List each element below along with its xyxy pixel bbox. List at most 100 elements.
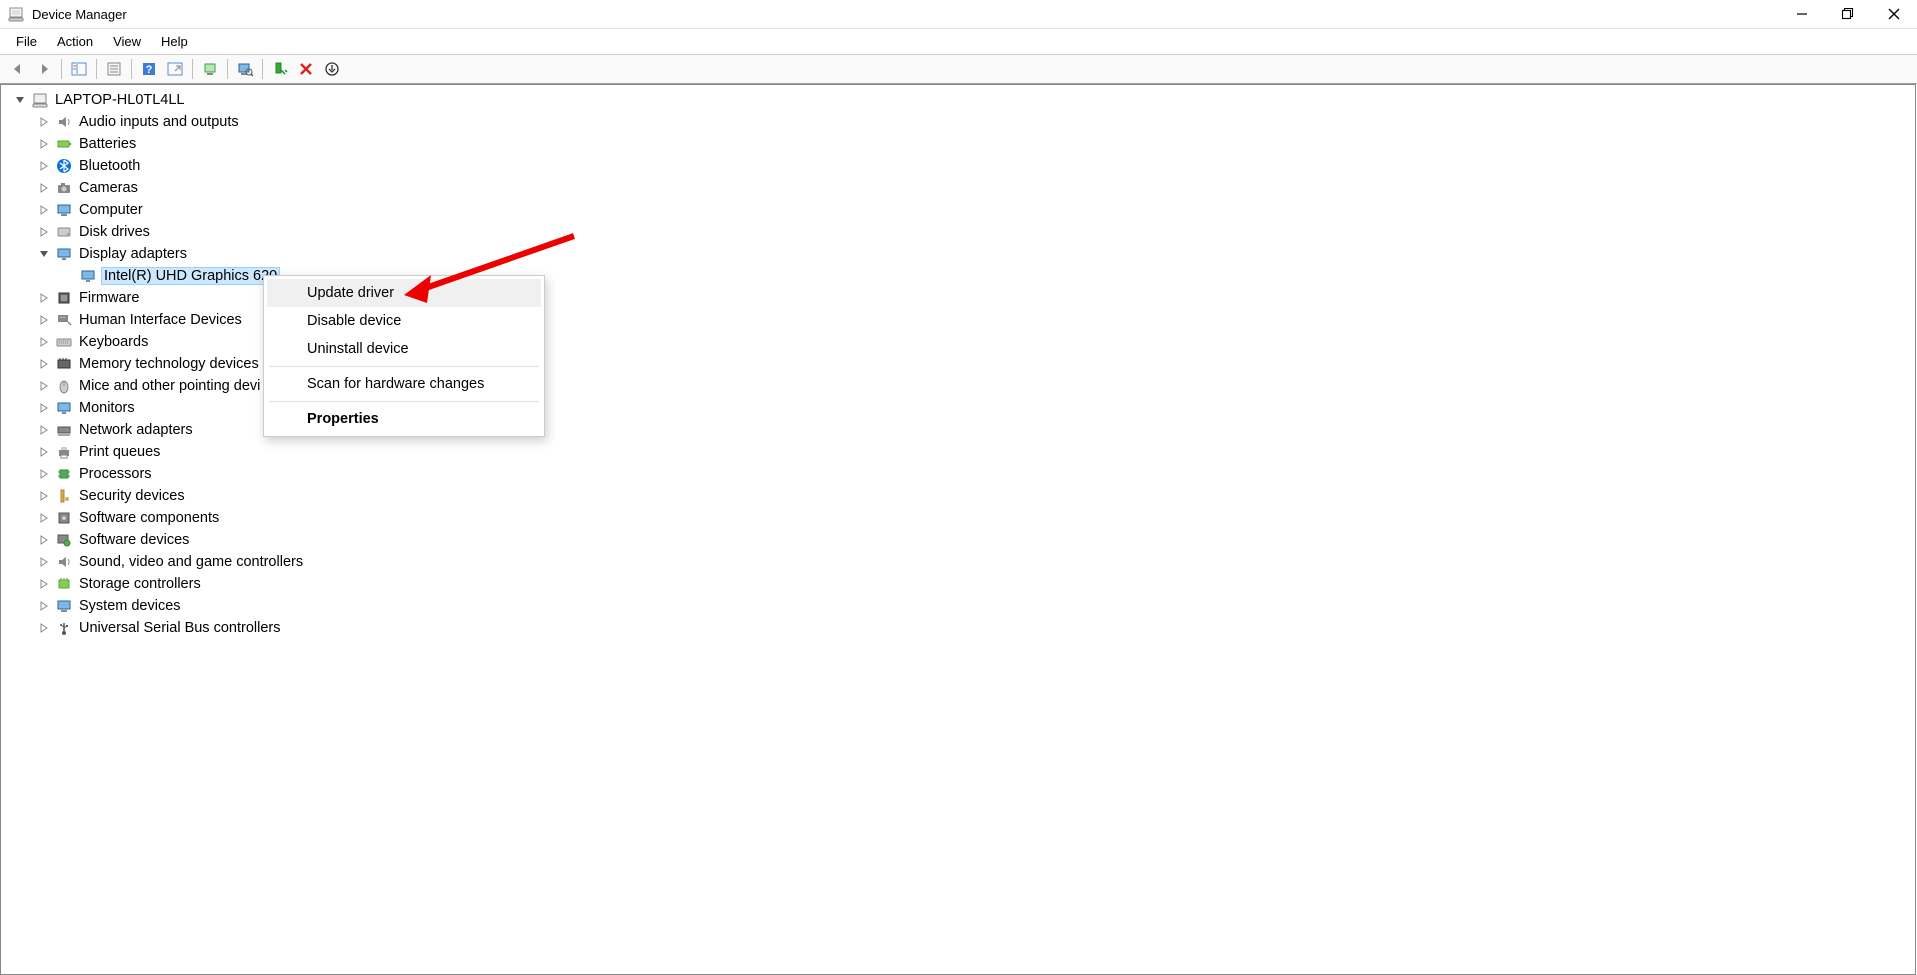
maximize-button[interactable] [1825, 0, 1871, 28]
menu-action[interactable]: Action [47, 30, 103, 53]
tree-category[interactable]: Processors [9, 463, 1915, 485]
audio-icon [55, 113, 73, 131]
expand-icon[interactable] [37, 159, 51, 173]
context-disable-device[interactable]: Disable device [267, 307, 541, 335]
sound-icon [55, 553, 73, 571]
show-hide-tree-button[interactable] [67, 57, 91, 81]
tree-category[interactable]: Audio inputs and outputs [9, 111, 1915, 133]
context-update-driver[interactable]: Update driver [267, 279, 541, 307]
svg-text:?: ? [146, 64, 153, 76]
tree-category[interactable]: System devices [9, 595, 1915, 617]
menu-view[interactable]: View [103, 30, 151, 53]
category-label: Computer [77, 202, 145, 218]
toolbar-separator [262, 59, 263, 79]
category-label: Monitors [77, 400, 137, 416]
expand-icon[interactable] [37, 533, 51, 547]
tree-category[interactable]: Computer [9, 199, 1915, 221]
expand-icon[interactable] [37, 511, 51, 525]
toolbar: ? [0, 54, 1917, 84]
help-button[interactable]: ? [137, 57, 161, 81]
tree-category[interactable]: Storage controllers [9, 573, 1915, 595]
action-button[interactable] [163, 57, 187, 81]
expand-icon[interactable] [37, 357, 51, 371]
tree-category[interactable]: Bluetooth [9, 155, 1915, 177]
expand-icon[interactable] [37, 577, 51, 591]
minimize-button[interactable] [1779, 0, 1825, 28]
tree-category[interactable]: Software devices [9, 529, 1915, 551]
expand-icon[interactable] [37, 225, 51, 239]
uninstall-device-button[interactable] [294, 57, 318, 81]
tree-category[interactable]: Batteries [9, 133, 1915, 155]
expand-icon[interactable] [37, 423, 51, 437]
category-label: Universal Serial Bus controllers [77, 620, 282, 636]
device-label: Intel(R) UHD Graphics 620 [101, 267, 280, 285]
toolbar-separator [61, 59, 62, 79]
bluetooth-icon [55, 157, 73, 175]
tree-category[interactable]: Universal Serial Bus controllers [9, 617, 1915, 639]
scan-hardware-button[interactable] [233, 57, 257, 81]
context-uninstall-device[interactable]: Uninstall device [267, 335, 541, 363]
menubar: File Action View Help [0, 28, 1917, 54]
printer-icon [55, 443, 73, 461]
keyboard-icon [55, 333, 73, 351]
close-button[interactable] [1871, 0, 1917, 28]
properties-button[interactable] [102, 57, 126, 81]
expand-icon[interactable] [37, 203, 51, 217]
expand-icon[interactable] [37, 489, 51, 503]
context-scan-hardware[interactable]: Scan for hardware changes [267, 370, 541, 398]
menu-help[interactable]: Help [151, 30, 198, 53]
category-label: Sound, video and game controllers [77, 554, 305, 570]
toolbar-separator [96, 59, 97, 79]
tree-category[interactable]: Disk drives [9, 221, 1915, 243]
tree-category[interactable]: Software components [9, 507, 1915, 529]
tree-category-expanded[interactable]: Display adapters [9, 243, 1915, 265]
expand-icon[interactable] [37, 599, 51, 613]
expand-icon[interactable] [37, 467, 51, 481]
expand-icon[interactable] [37, 555, 51, 569]
tree-category[interactable]: Cameras [9, 177, 1915, 199]
monitor-icon [55, 399, 73, 417]
category-label: Software components [77, 510, 221, 526]
expand-icon[interactable] [37, 181, 51, 195]
menu-file[interactable]: File [6, 30, 47, 53]
device-tree-panel: LAPTOP-HL0TL4LL Audio inputs and outputs… [0, 84, 1916, 975]
disable-device-button[interactable] [320, 57, 344, 81]
expand-icon[interactable] [37, 313, 51, 327]
display-icon [55, 245, 73, 263]
software-component-icon [55, 509, 73, 527]
mouse-icon [55, 377, 73, 395]
expand-icon[interactable] [37, 445, 51, 459]
expand-icon[interactable] [37, 115, 51, 129]
tree-root[interactable]: LAPTOP-HL0TL4LL [9, 89, 1915, 111]
collapse-icon[interactable] [37, 247, 51, 261]
category-label: Audio inputs and outputs [77, 114, 241, 130]
context-separator [269, 401, 539, 402]
window-title: Device Manager [32, 7, 127, 22]
expand-icon[interactable] [13, 93, 27, 107]
tree-category[interactable]: Print queues [9, 441, 1915, 463]
expand-icon[interactable] [37, 401, 51, 415]
context-properties[interactable]: Properties [267, 405, 541, 433]
expand-icon[interactable] [37, 335, 51, 349]
expand-icon[interactable] [37, 137, 51, 151]
expand-icon[interactable] [37, 379, 51, 393]
root-label: LAPTOP-HL0TL4LL [53, 92, 187, 108]
tree-category[interactable]: Security devices [9, 485, 1915, 507]
update-driver-button[interactable] [198, 57, 222, 81]
category-label: Cameras [77, 180, 140, 196]
usb-icon [55, 619, 73, 637]
hid-icon [55, 311, 73, 329]
firmware-icon [55, 289, 73, 307]
category-label: Human Interface Devices [77, 312, 244, 328]
category-label: Memory technology devices [77, 356, 261, 372]
window-controls [1779, 0, 1917, 28]
back-button[interactable] [6, 57, 30, 81]
category-label: Keyboards [77, 334, 150, 350]
enable-device-button[interactable] [268, 57, 292, 81]
tree-category[interactable]: Sound, video and game controllers [9, 551, 1915, 573]
computer-node-icon [55, 201, 73, 219]
forward-button[interactable] [32, 57, 56, 81]
expand-icon[interactable] [37, 621, 51, 635]
expand-icon[interactable] [37, 291, 51, 305]
display-icon [79, 267, 97, 285]
